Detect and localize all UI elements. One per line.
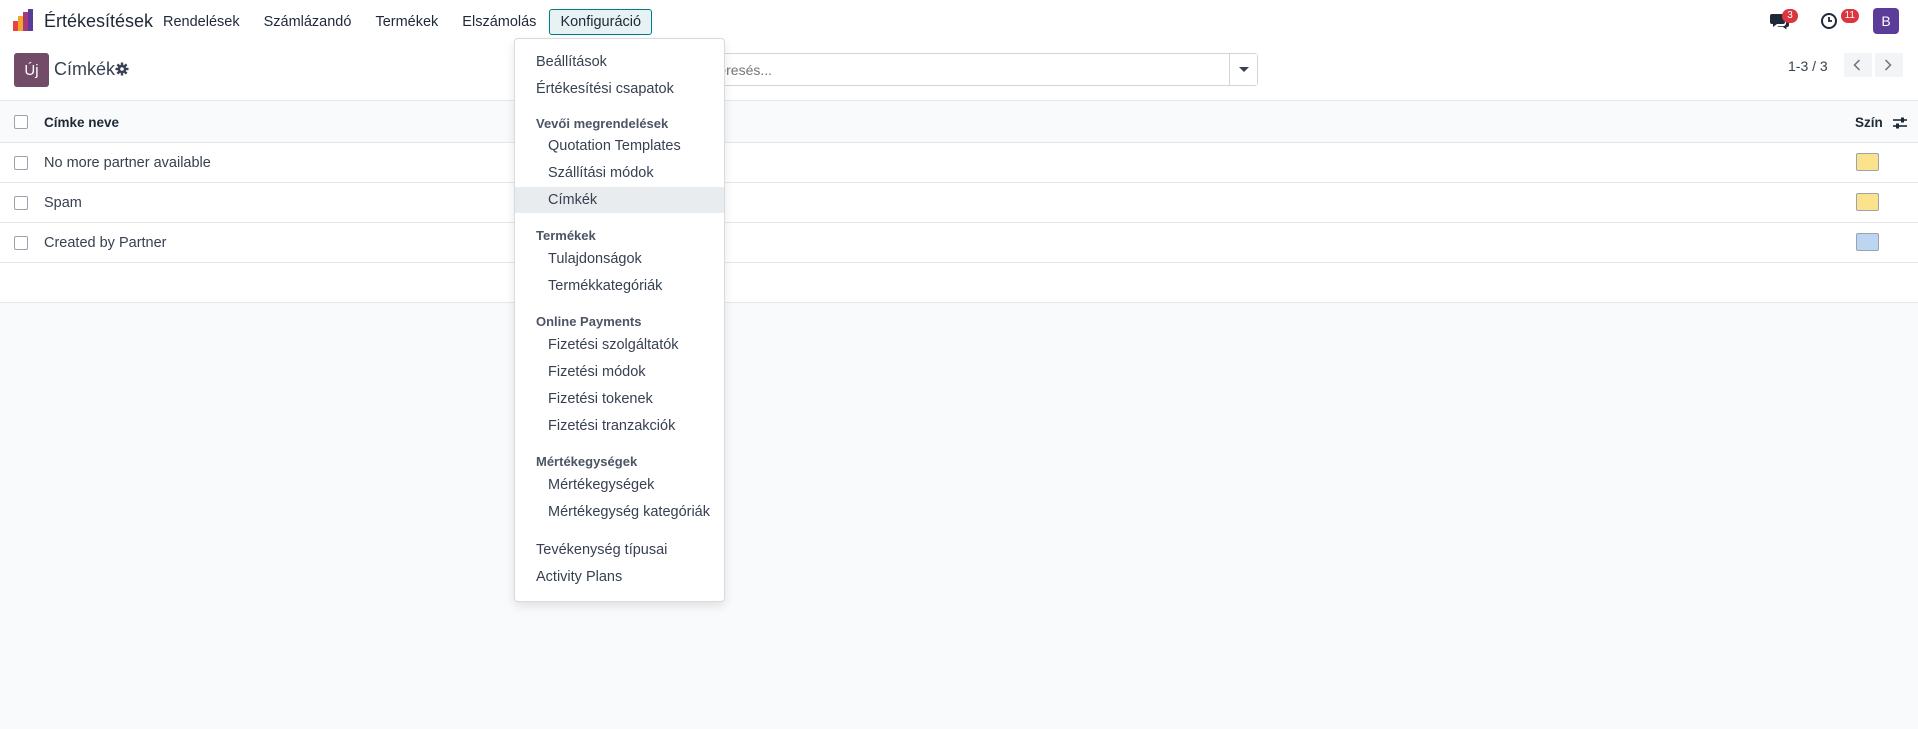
chevron-right-icon <box>1884 59 1892 71</box>
search-box <box>700 53 1258 86</box>
dropdown-item-activity-plans[interactable]: Activity Plans <box>515 564 724 590</box>
control-panel: Új Címkék 1-3 / 3 <box>0 43 1918 101</box>
page-title: Címkék <box>54 59 116 79</box>
top-navbar: Értékesítések Rendelések Számlázandó Ter… <box>0 0 1918 43</box>
dropdown-item-tulajdonsagok[interactable]: Tulajdonságok <box>515 246 724 272</box>
pager-value[interactable]: 1-3 / 3 <box>1788 58 1828 74</box>
dropdown-section-mertekegysegek: Mértékegységek <box>536 454 638 469</box>
pager-previous-button[interactable] <box>1844 53 1872 77</box>
dropdown-item-quotation-templates[interactable]: Quotation Templates <box>515 133 724 159</box>
konfiguracio-dropdown: Beállítások Értékesítési csapatok Vevői … <box>514 38 725 602</box>
search-options-toggle[interactable] <box>1229 54 1257 85</box>
menu-konfiguracio[interactable]: Konfiguráció <box>549 8 653 35</box>
pager-next-button[interactable] <box>1875 53 1903 77</box>
dropdown-item-termekkategoriak[interactable]: Termékkategóriák <box>515 273 724 299</box>
dropdown-section-vevoi-megrendelesek: Vevői megrendelések <box>536 116 669 131</box>
color-swatch[interactable] <box>1856 233 1879 251</box>
column-header-color[interactable]: Szín <box>1855 115 1883 130</box>
dropdown-item-fizetesi-tokenek[interactable]: Fizetési tokenek <box>515 386 724 412</box>
chevron-left-icon <box>1853 59 1861 71</box>
search-input[interactable] <box>709 54 1209 85</box>
dropdown-item-mertekegysegek[interactable]: Mértékegységek <box>515 472 724 498</box>
empty-row <box>0 263 1918 303</box>
activities-badge: 11 <box>1840 9 1859 23</box>
dropdown-section-termekek: Termékek <box>536 228 596 243</box>
tag-name[interactable]: No more partner available <box>44 155 211 171</box>
dropdown-item-beallitasok[interactable]: Beállítások <box>515 49 724 75</box>
column-header-name[interactable]: Címke neve <box>44 115 119 130</box>
gear-icon[interactable] <box>115 62 129 76</box>
dropdown-item-fizetesi-tranzakciok[interactable]: Fizetési tranzakciók <box>515 413 724 439</box>
menu-rendelesek[interactable]: Rendelések <box>152 9 251 35</box>
tag-name[interactable]: Spam <box>44 195 82 211</box>
dropdown-item-cimkek[interactable]: Címkék <box>515 187 724 213</box>
dropdown-item-ertekesitesi-csapatok[interactable]: Értékesítési csapatok <box>515 76 724 102</box>
list-header: Címke neve Szín <box>0 101 1918 143</box>
table-row[interactable]: Created by Partner <box>0 223 1918 263</box>
table-row[interactable]: No more partner available <box>0 143 1918 183</box>
dropdown-item-mertekegyseg-kategoriak[interactable]: Mértékegység kategóriák <box>515 499 724 525</box>
main-menu: Rendelések Számlázandó Termékek Elszámol… <box>152 0 654 43</box>
sales-app-icon[interactable] <box>13 9 35 31</box>
row-checkbox[interactable] <box>14 156 28 170</box>
tag-name[interactable]: Created by Partner <box>44 235 167 251</box>
select-all-checkbox[interactable] <box>14 115 28 129</box>
dropdown-item-fizetesi-modok[interactable]: Fizetési módok <box>515 359 724 385</box>
optional-columns-icon[interactable] <box>1892 116 1908 130</box>
row-checkbox[interactable] <box>14 236 28 250</box>
table-row[interactable]: Spam <box>0 183 1918 223</box>
user-avatar[interactable]: B <box>1873 8 1899 34</box>
color-swatch[interactable] <box>1856 193 1879 211</box>
app-name[interactable]: Értékesítések <box>44 11 153 32</box>
menu-szamlazando[interactable]: Számlázandó <box>253 9 363 35</box>
clock-icon[interactable] <box>1820 12 1840 30</box>
menu-termekek[interactable]: Termékek <box>364 9 449 35</box>
new-button[interactable]: Új <box>14 53 49 87</box>
color-swatch[interactable] <box>1856 153 1879 171</box>
dropdown-item-tevekenyseg-tipusai[interactable]: Tevékenység típusai <box>515 537 724 563</box>
row-checkbox[interactable] <box>14 196 28 210</box>
dropdown-item-fizetesi-szolgaltatok[interactable]: Fizetési szolgáltatók <box>515 332 724 358</box>
dropdown-section-online-payments: Online Payments <box>536 314 642 329</box>
dropdown-item-szallitasi-modok[interactable]: Szállítási módok <box>515 160 724 186</box>
menu-elszamolas[interactable]: Elszámolás <box>451 9 547 35</box>
messages-badge: 3 <box>1782 9 1798 23</box>
tags-list: Címke neve Szín No more partner availabl… <box>0 101 1918 303</box>
